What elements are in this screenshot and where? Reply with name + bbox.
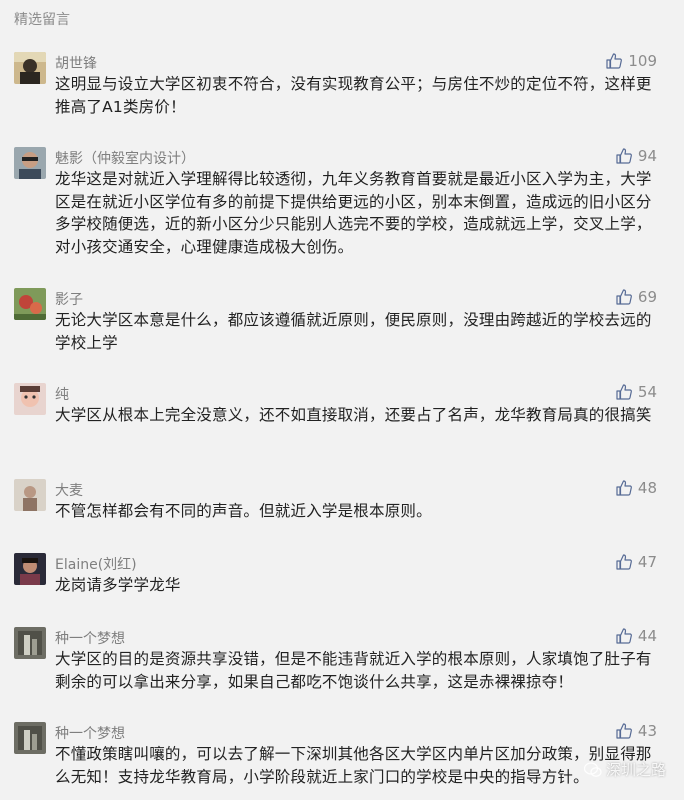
avatar[interactable] xyxy=(14,722,46,754)
like-button[interactable]: 47 xyxy=(616,553,657,571)
comment-author: 纯 xyxy=(55,387,69,403)
comment-author: 胡世锋 xyxy=(55,56,97,72)
watermark-text: 深圳之路 xyxy=(605,761,666,779)
avatar[interactable] xyxy=(14,52,46,84)
comment-text: 无论大学区本意是什么，都应该遵循就近原则，便民原则，没理由跨越近的学校去远的学校… xyxy=(55,311,652,352)
watermark: 深圳之路 xyxy=(583,759,666,780)
like-count: 48 xyxy=(637,479,657,497)
like-count: 94 xyxy=(637,147,657,165)
comment-author: 影子 xyxy=(55,292,83,308)
comment-text: 大学区从根本上完全没意义，还不如直接取消，还要占了名声，龙华教育局真的很搞笑 xyxy=(55,406,652,424)
comment-text: 不管怎样都会有不同的声音。但就近入学是根本原则。 xyxy=(55,502,432,520)
avatar[interactable] xyxy=(14,553,46,585)
avatar[interactable] xyxy=(14,288,46,320)
like-count: 43 xyxy=(637,722,657,740)
thumbs-up-icon xyxy=(616,384,632,400)
like-button[interactable]: 69 xyxy=(616,288,657,306)
like-button[interactable]: 48 xyxy=(616,479,657,497)
like-count: 109 xyxy=(628,52,657,70)
like-count: 54 xyxy=(637,383,657,401)
comment-text: 龙岗请多学学龙华 xyxy=(55,576,181,594)
avatar[interactable] xyxy=(14,147,46,179)
like-count: 47 xyxy=(637,553,657,571)
thumbs-up-icon xyxy=(616,554,632,570)
avatar[interactable] xyxy=(14,627,46,659)
comment-author: Elaine(刘红) xyxy=(55,557,137,573)
avatar[interactable] xyxy=(14,479,46,511)
like-button[interactable]: 109 xyxy=(606,52,657,70)
wechat-icon xyxy=(583,761,602,777)
thumbs-up-icon xyxy=(616,628,632,644)
section-title: 精选留言 xyxy=(14,12,70,28)
comment-author: 种一个梦想 xyxy=(55,631,125,647)
like-button[interactable]: 54 xyxy=(616,383,657,401)
like-count: 69 xyxy=(637,288,657,306)
comment-author: 魅影（仲毅室内设计） xyxy=(55,151,195,167)
like-button[interactable]: 94 xyxy=(616,147,657,165)
comment-author: 大麦 xyxy=(55,483,83,499)
comment-text: 龙华这是对就近入学理解得比较透彻，九年义务教育首要就是最近小区入学为主，大学区是… xyxy=(55,170,652,256)
like-button[interactable]: 43 xyxy=(616,722,657,740)
comment-text: 不懂政策瞎叫嚷的，可以去了解一下深圳其他各区大学区内单片区加分政策，别显得那么无… xyxy=(55,745,652,786)
comment-author: 种一个梦想 xyxy=(55,726,125,742)
thumbs-up-icon xyxy=(616,723,632,739)
thumbs-up-icon xyxy=(616,480,632,496)
avatar[interactable] xyxy=(14,383,46,415)
thumbs-up-icon xyxy=(606,53,623,69)
like-count: 44 xyxy=(637,627,657,645)
comment-text: 这明显与设立大学区初衷不符合，没有实现教育公平；与房住不炒的定位不符，这样更推高… xyxy=(55,75,652,116)
thumbs-up-icon xyxy=(616,289,632,305)
thumbs-up-icon xyxy=(616,148,632,164)
like-button[interactable]: 44 xyxy=(616,627,657,645)
comment-text: 大学区的目的是资源共享没错，但是不能违背就近入学的根本原则，人家填饱了肚子有剩余… xyxy=(55,650,652,691)
